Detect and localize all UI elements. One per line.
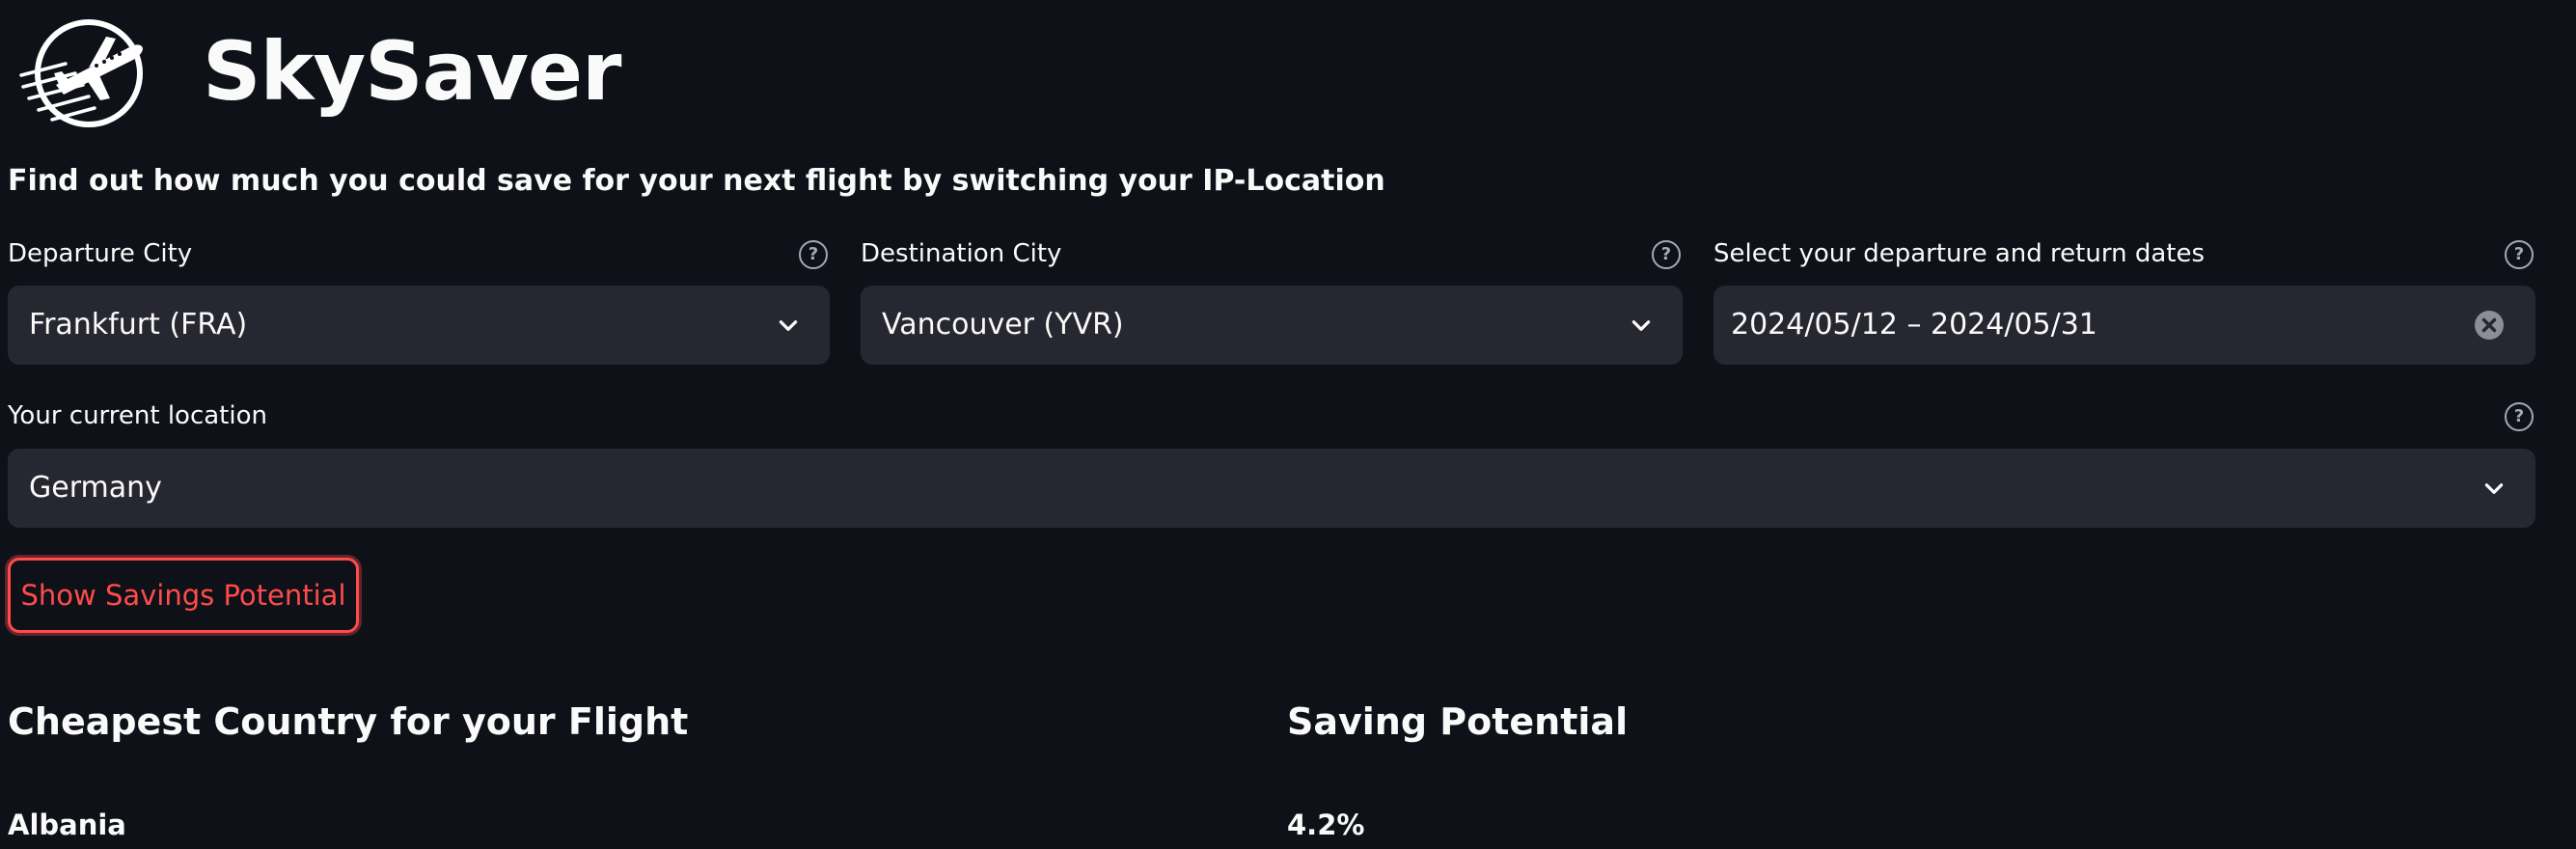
- page-subtitle: Find out how much you could save for you…: [8, 164, 1385, 198]
- destination-value: Vancouver (YVR): [882, 308, 1124, 342]
- destination-label: Destination City: [861, 239, 1062, 268]
- dates-help-icon[interactable]: ?: [2505, 240, 2534, 269]
- destination-select[interactable]: Vancouver (YVR): [861, 286, 1683, 365]
- dates-label: Select your departure and return dates: [1713, 239, 2205, 268]
- date-range-value: 2024/05/12 – 2024/05/31: [1731, 308, 2097, 342]
- destination-help-icon[interactable]: ?: [1652, 240, 1681, 269]
- column-heading-country: Cheapest Country for your Flight: [8, 700, 689, 743]
- departure-value: Frankfurt (FRA): [29, 308, 248, 342]
- chevron-down-icon: [2484, 483, 2504, 494]
- chevron-down-icon: [1631, 320, 1651, 331]
- show-savings-button[interactable]: Show Savings Potential: [8, 558, 359, 633]
- result-country: Albania: [8, 808, 126, 841]
- departure-label: Departure City: [8, 239, 193, 268]
- location-select[interactable]: Germany: [8, 449, 2535, 528]
- departure-select[interactable]: Frankfurt (FRA): [8, 286, 830, 365]
- result-saving: 4.2%: [1287, 808, 1365, 841]
- app-title: SkySaver: [203, 24, 621, 119]
- location-label: Your current location: [8, 401, 267, 430]
- date-range-input[interactable]: 2024/05/12 – 2024/05/31: [1713, 286, 2535, 365]
- location-value: Germany: [29, 471, 162, 505]
- plane-logo-icon: [19, 19, 143, 127]
- column-heading-saving: Saving Potential: [1287, 700, 1629, 743]
- departure-help-icon[interactable]: ?: [799, 240, 828, 269]
- location-help-icon[interactable]: ?: [2505, 402, 2534, 431]
- chevron-down-icon: [779, 320, 798, 331]
- app-page: SkySaver Find out how much you could sav…: [0, 0, 2576, 849]
- clear-icon[interactable]: [2474, 310, 2505, 341]
